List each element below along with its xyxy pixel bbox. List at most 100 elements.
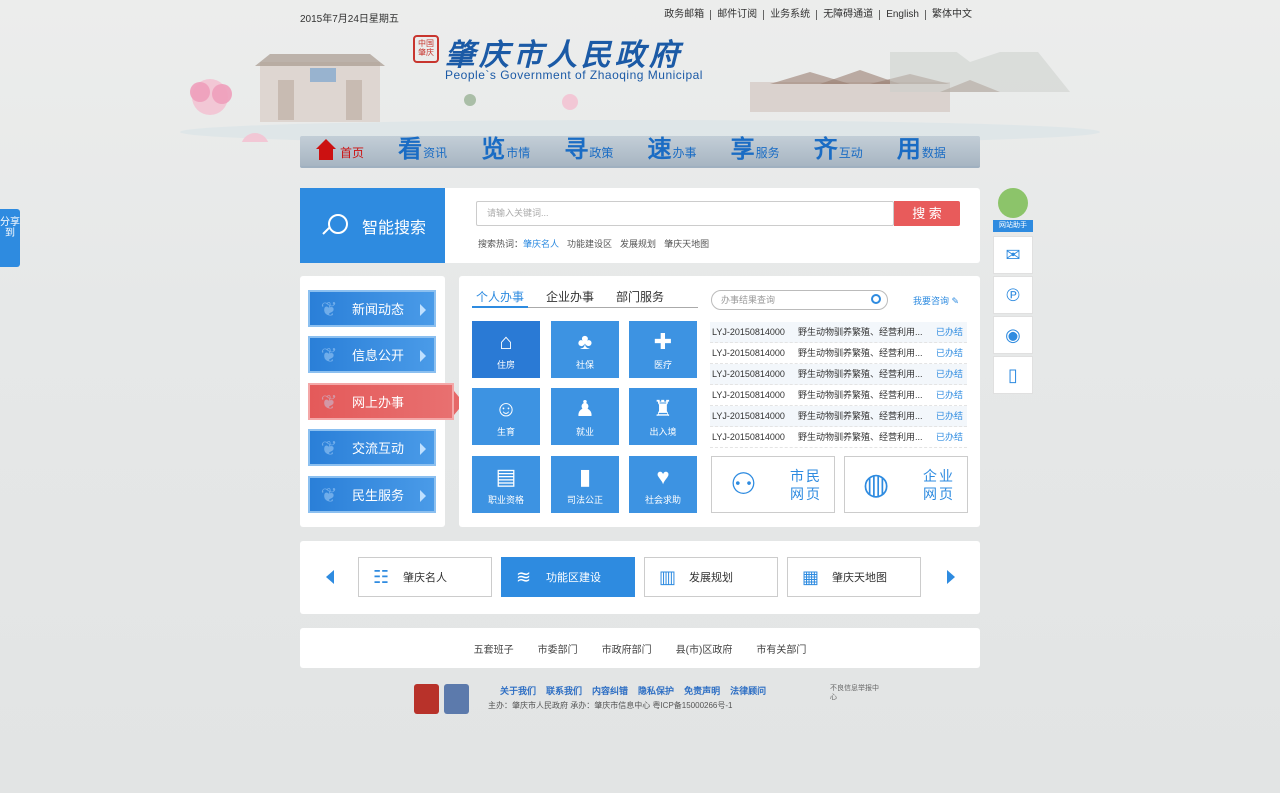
- nav-item-data[interactable]: 用 数据: [897, 134, 980, 166]
- menu-item-disclosure[interactable]: ❦ 信息公开: [308, 336, 436, 373]
- citizen-page-button[interactable]: ⚇ 市民 网页: [711, 456, 835, 513]
- nav-item-policy[interactable]: 寻 政策: [564, 134, 647, 166]
- tile-housing[interactable]: ⌂ 住房: [472, 321, 540, 378]
- tab-enterprise[interactable]: 企业办事: [542, 288, 598, 308]
- dept-link[interactable]: 市委部门: [538, 641, 578, 656]
- top-bar: 2015年7月24日星期五 政务邮箱 邮件订阅 业务系统 无障碍通道 Engli…: [300, 10, 980, 26]
- top-link-traditional[interactable]: 繁体中文: [925, 10, 978, 20]
- nav-label: 数据: [921, 146, 946, 160]
- footer-link[interactable]: 联系我们: [546, 686, 582, 696]
- wechat-icon[interactable]: ✉: [993, 236, 1033, 274]
- mobile-icon[interactable]: ▯: [993, 356, 1033, 394]
- tab-department[interactable]: 部门服务: [612, 288, 668, 308]
- nav-char: 速: [647, 134, 672, 163]
- citizen-line1: 市民: [790, 467, 822, 484]
- weibo-icon[interactable]: ◉: [993, 316, 1033, 354]
- tile-immigration[interactable]: ♜ 出入境: [629, 388, 697, 445]
- nav-item-affairs[interactable]: 速 办事: [648, 134, 731, 166]
- tile-justice[interactable]: ▮ 司法公正: [551, 456, 619, 513]
- menu-item-label: 交流互动: [352, 441, 405, 456]
- nav-item-city[interactable]: 览 市情: [481, 134, 564, 166]
- menu-item-news[interactable]: ❦ 新闻动态: [308, 290, 436, 327]
- police-badge-icon[interactable]: [444, 684, 469, 714]
- shortcut-celebrities[interactable]: ☷ 肇庆名人: [358, 557, 492, 597]
- nav-item-interact[interactable]: 齐 互动: [814, 134, 897, 166]
- tile-assistance[interactable]: ♥ 社会求助: [629, 456, 697, 513]
- tile-medical[interactable]: ✚ 医疗: [629, 321, 697, 378]
- consult-link[interactable]: 我要咨询 ✎: [913, 294, 959, 307]
- shortcut-label: 肇庆名人: [403, 572, 447, 584]
- party-badge-icon[interactable]: [414, 684, 439, 714]
- house-icon: ⌂: [499, 329, 513, 354]
- footer-link[interactable]: 法律顾问: [730, 686, 766, 696]
- list-item[interactable]: LYJ-20150814000 野生动物驯养繁殖、经营利用... 已办结: [710, 427, 967, 448]
- top-link-english[interactable]: English: [879, 10, 925, 20]
- shortcut-map[interactable]: ▦ 肇庆天地图: [787, 557, 921, 597]
- service-tabs: 个人办事 企业办事 部门服务: [472, 288, 698, 308]
- leaf-icon: ❦: [320, 485, 338, 507]
- hot-keywords-label: 搜索热词：: [478, 239, 524, 249]
- top-link-business-system[interactable]: 业务系统: [763, 10, 816, 20]
- assistant-avatar[interactable]: [998, 188, 1028, 218]
- nav-item-service[interactable]: 享 服务: [731, 134, 814, 166]
- share-label: 分享到: [0, 217, 20, 239]
- menu-item-livelihood[interactable]: ❦ 民生服务: [308, 476, 436, 513]
- shortcut-planning[interactable]: ▥ 发展规划: [644, 557, 778, 597]
- list-item[interactable]: LYJ-20150814000 野生动物驯养繁殖、经营利用... 已办结: [710, 343, 967, 364]
- search-button[interactable]: 搜 索: [894, 201, 960, 226]
- footer-link[interactable]: 关于我们: [500, 686, 536, 696]
- list-item[interactable]: LYJ-20150814000 野生动物驯养繁殖、经营利用... 已办结: [710, 322, 967, 343]
- assistant-label[interactable]: 网站助手: [993, 220, 1033, 232]
- hot-keyword-link[interactable]: 功能建设区: [567, 239, 612, 249]
- footer-link[interactable]: 内容纠错: [592, 686, 628, 696]
- dept-link[interactable]: 县(市)区政府: [676, 641, 733, 656]
- arrow-right-icon[interactable]: [947, 570, 955, 584]
- nav-label: 市情: [506, 146, 531, 160]
- search-icon: [871, 294, 881, 304]
- tab-personal[interactable]: 个人办事: [472, 288, 529, 308]
- nav-label: 首页: [340, 146, 365, 160]
- enterprise-line1: 企业: [923, 467, 955, 484]
- tile-social-security[interactable]: ♣ 社保: [551, 321, 619, 378]
- hot-keyword-link[interactable]: 发展规划: [620, 239, 656, 249]
- footer-link[interactable]: 免责声明: [684, 686, 720, 696]
- smart-search-text: 智能搜索: [362, 219, 427, 237]
- menu-item-online-service[interactable]: ❦ 网上办事: [308, 383, 464, 420]
- search-icon: [320, 212, 348, 240]
- list-item[interactable]: LYJ-20150814000 野生动物驯养繁殖、经营利用... 已办结: [710, 385, 967, 406]
- tile-qualification[interactable]: ▤ 职业资格: [472, 456, 540, 513]
- report-center-badge[interactable]: 不良信息举报中心: [812, 684, 882, 714]
- enterprise-page-button[interactable]: ◍ 企业 网页: [844, 456, 968, 513]
- hot-keyword-link[interactable]: 肇庆名人: [523, 239, 559, 249]
- result-query-input[interactable]: 办事结果查询: [711, 290, 888, 310]
- share-tab[interactable]: 分享到: [0, 209, 20, 267]
- worker-icon: ♟: [575, 396, 595, 421]
- search-user-icon[interactable]: ℗: [993, 276, 1033, 314]
- leaf-icon: ❦: [320, 392, 338, 414]
- list-item[interactable]: LYJ-20150814000 野生动物驯养繁殖、经营利用... 已办结: [710, 406, 967, 427]
- arrow-left-icon[interactable]: [326, 570, 334, 584]
- tile-employment[interactable]: ♟ 就业: [551, 388, 619, 445]
- top-link-accessibility[interactable]: 无障碍通道: [816, 10, 879, 20]
- footer: 关于我们 联系我们 内容纠错 隐私保护 免责声明 法律顾问 主办：肇庆市人民政府 承办：肇…: [300, 682, 980, 722]
- dept-link[interactable]: 市有关部门: [756, 641, 806, 656]
- shortcut-zone-construction[interactable]: ≋ 功能区建设: [501, 557, 635, 597]
- citizen-line2: 网页: [790, 485, 822, 502]
- list-item[interactable]: LYJ-20150814000 野生动物驯养繁殖、经营利用... 已办结: [710, 364, 967, 385]
- dept-link[interactable]: 市政府部门: [602, 641, 652, 656]
- menu-item-interaction[interactable]: ❦ 交流互动: [308, 429, 436, 466]
- top-link-subscribe[interactable]: 邮件订阅: [710, 10, 763, 20]
- nav-item-news[interactable]: 看 资讯: [398, 134, 481, 166]
- tile-birth[interactable]: ☺ 生育: [472, 388, 540, 445]
- search-input[interactable]: 请输入关键词...: [476, 201, 894, 226]
- nav-char: 寻: [564, 134, 589, 163]
- footer-link[interactable]: 隐私保护: [638, 686, 674, 696]
- dept-link[interactable]: 五套班子: [474, 641, 514, 656]
- hot-keywords: 搜索热词：肇庆名人 功能建设区 发展规划 肇庆天地图: [478, 237, 717, 250]
- hot-keyword-link[interactable]: 肇庆天地图: [664, 239, 709, 249]
- leaf-icon: ❦: [320, 345, 338, 367]
- map-icon: ▦: [802, 566, 820, 587]
- top-link-mailbox[interactable]: 政务邮箱: [658, 10, 710, 20]
- nav-item-home[interactable]: 首页: [315, 134, 398, 166]
- nav-char: 齐: [813, 134, 838, 163]
